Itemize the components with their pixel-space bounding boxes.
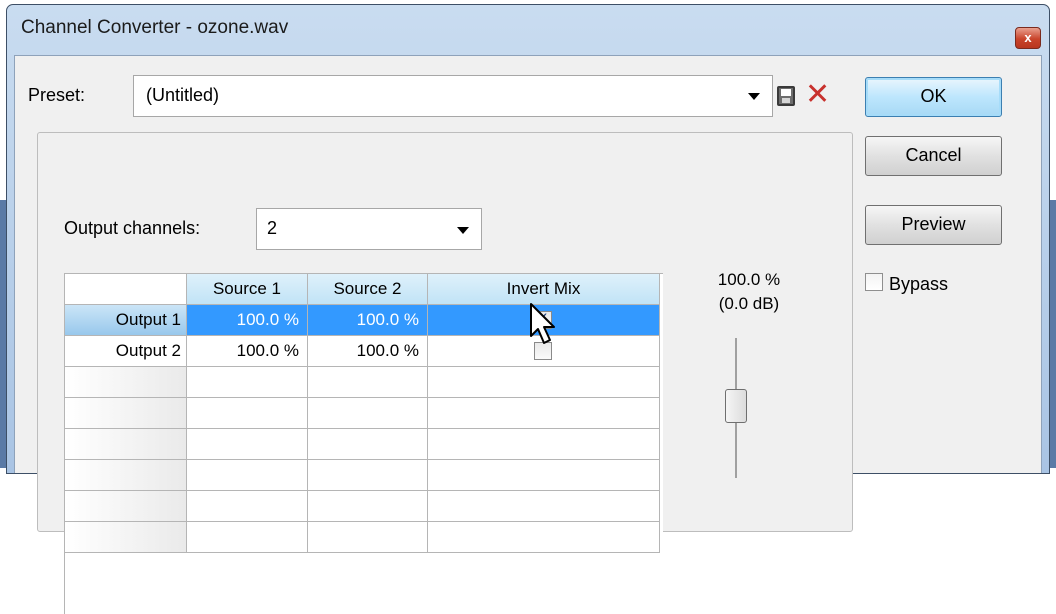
close-button[interactable]: x [1015, 27, 1041, 49]
cell-output-1-source-1[interactable]: 100.0 % [187, 305, 308, 336]
grid-cell-empty [187, 367, 308, 398]
column-header-invert-mix[interactable]: Invert Mix [428, 274, 660, 305]
preset-dropdown[interactable]: (Untitled) [133, 75, 773, 117]
grid-cell-empty [428, 429, 660, 460]
row-header-empty [65, 398, 187, 429]
grid-cell-empty [308, 522, 428, 553]
grid-cell-empty [428, 398, 660, 429]
cancel-button[interactable]: Cancel [865, 136, 1002, 176]
row-header-empty [65, 460, 187, 491]
row-header-empty [65, 522, 187, 553]
chevron-down-icon [748, 93, 760, 100]
save-icon[interactable] [777, 86, 795, 106]
grid-cell-empty [308, 429, 428, 460]
settings-panel: Output channels: 2 Source 1 Source 2 Inv… [37, 132, 853, 614]
cell-output-2-source-2[interactable]: 100.0 % [308, 336, 428, 367]
grid-cell-empty [187, 522, 308, 553]
ok-button[interactable]: OK [865, 77, 1002, 117]
level-percent: 100.0 % [717, 270, 781, 289]
grid-cell-empty [187, 491, 308, 522]
grid-cell-empty [428, 367, 660, 398]
grid-cell-empty [187, 460, 308, 491]
channel-mix-grid: Source 1 Source 2 Invert Mix Output 1 10… [64, 273, 663, 614]
row-header-output-2[interactable]: Output 2 [65, 336, 187, 367]
mouse-pointer-icon [530, 303, 555, 344]
cell-output-1-source-2[interactable]: 100.0 % [308, 305, 428, 336]
close-icon: x [1024, 30, 1032, 45]
row-header-empty [65, 367, 187, 398]
grid-cell-empty [308, 398, 428, 429]
grid-cell-empty [308, 491, 428, 522]
grid-cell-empty [428, 491, 660, 522]
grid-cell-empty [187, 398, 308, 429]
bypass-label: Bypass [889, 274, 949, 294]
bypass-checkbox[interactable] [865, 273, 883, 291]
column-header-source-2[interactable]: Source 2 [308, 274, 428, 305]
column-header-source-1[interactable]: Source 1 [187, 274, 308, 305]
dialog-window: Channel Converter - ozone.wav x Preset: … [6, 4, 1050, 614]
row-header-output-1[interactable]: Output 1 [65, 305, 187, 336]
grid-cell-empty [308, 367, 428, 398]
grid-cell-empty [428, 460, 660, 491]
window-title: Channel Converter - ozone.wav [21, 17, 289, 38]
level-slider-thumb[interactable] [725, 389, 747, 423]
cell-output-2-source-1[interactable]: 100.0 % [187, 336, 308, 367]
level-db: (0.0 dB) [718, 294, 780, 313]
grid-cell-empty [187, 429, 308, 460]
title-bar[interactable]: Channel Converter - ozone.wav x [7, 5, 1049, 53]
dialog-body: Preset: (Untitled) ✕ OK Cancel Preview B… [14, 55, 1042, 614]
delete-icon[interactable]: ✕ [805, 80, 830, 110]
output-channels-dropdown[interactable]: 2 [256, 208, 482, 250]
grid-cell-empty [308, 460, 428, 491]
preview-button[interactable]: Preview [865, 205, 1002, 245]
level-readout: 100.0 % (0.0 dB) [701, 268, 797, 316]
grid-corner [65, 274, 187, 305]
background-window-edge-right [1050, 200, 1056, 468]
chevron-down-icon [457, 227, 469, 234]
output-channels-value: 2 [267, 218, 278, 238]
row-header-empty [65, 491, 187, 522]
row-header-empty [65, 429, 187, 460]
grid-cell-empty [428, 522, 660, 553]
preset-label: Preset: [28, 85, 86, 105]
preset-value: (Untitled) [146, 85, 220, 105]
output-channels-label: Output channels: [64, 218, 201, 238]
